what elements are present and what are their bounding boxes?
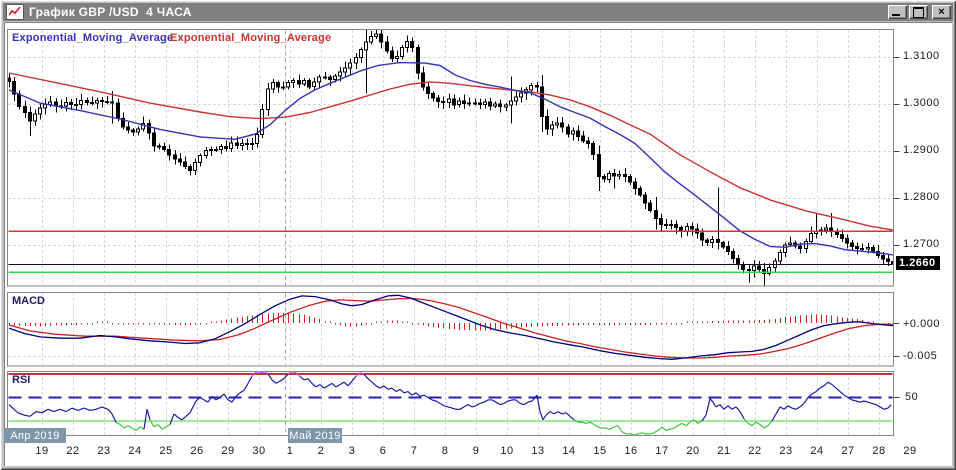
date-axis-label: 23	[773, 445, 799, 457]
date-axis-label: 3	[339, 445, 365, 457]
date-axis-label: 24	[804, 445, 830, 457]
date-axis-label: 9	[463, 445, 489, 457]
date-axis-label: 8	[432, 445, 458, 457]
date-axis-label: 16	[618, 445, 644, 457]
date-axis-label: 14	[556, 445, 582, 457]
chart-canvas[interactable]	[0, 0, 956, 470]
date-axis-label: 2	[308, 445, 334, 457]
ema-red-label: Exponential_Moving_Average	[170, 32, 331, 44]
rsi-tick-50: 50	[905, 391, 918, 403]
price-axis-label: 1.3000	[903, 97, 940, 109]
date-axis-label: 19	[29, 445, 55, 457]
date-axis-label: 23	[91, 445, 117, 457]
date-axis-label: 25	[153, 445, 179, 457]
date-axis-label: 1	[277, 445, 303, 457]
date-axis-label: 27	[835, 445, 861, 457]
date-axis-label: 30	[246, 445, 272, 457]
date-axis-label: 15	[587, 445, 613, 457]
date-axis-label: 28	[866, 445, 892, 457]
date-axis-label: 22	[60, 445, 86, 457]
price-axis-label: 1.2900	[903, 144, 940, 156]
macd-tick-neg: -0.005	[903, 350, 937, 362]
price-axis-label: 1.3100	[903, 50, 940, 62]
rsi-label: RSI	[12, 374, 30, 386]
date-axis-label: 22	[742, 445, 768, 457]
price-axis-label: 1.2800	[903, 191, 940, 203]
date-axis-label: 21	[711, 445, 737, 457]
price-axis-label: 1.2700	[903, 238, 940, 250]
chart-window: График GBP /USD 4 ЧАСА × Exponential_Mov…	[0, 0, 956, 470]
date-axis-label: 7	[401, 445, 427, 457]
date-axis-label: 26	[184, 445, 210, 457]
date-axis-label: 24	[122, 445, 148, 457]
date-axis-label: 13	[525, 445, 551, 457]
date-axis-label: 29	[215, 445, 241, 457]
month-label: Май 2019	[288, 428, 342, 443]
date-axis-label: 20	[680, 445, 706, 457]
month-label: Апр 2019	[4, 428, 66, 443]
date-axis-label: 29	[897, 445, 923, 457]
ema-blue-label: Exponential_Moving_Average	[12, 32, 173, 44]
date-axis-label: 10	[494, 445, 520, 457]
macd-label: MACD	[12, 295, 45, 307]
current-price-badge: 1.2660	[896, 256, 940, 270]
date-axis-label: 6	[370, 445, 396, 457]
date-axis-label: 17	[649, 445, 675, 457]
macd-tick-zero: +0.000	[903, 318, 940, 330]
